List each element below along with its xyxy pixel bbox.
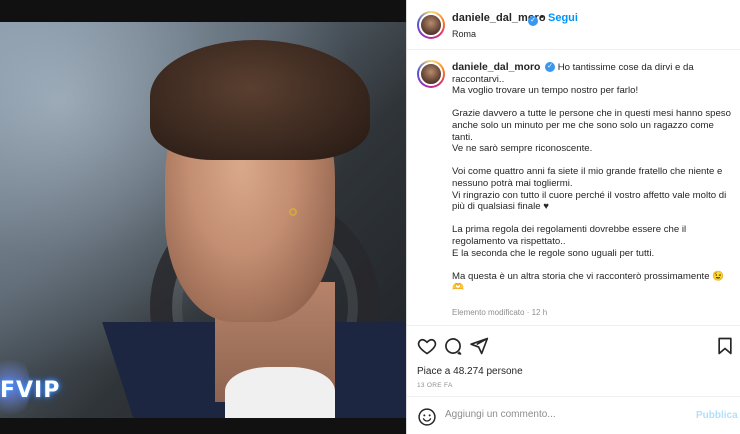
caption-line-2: Ma voglio trovare un tempo nostro per fa… xyxy=(452,85,639,97)
emoji-icon[interactable] xyxy=(417,407,437,427)
follow-button[interactable]: Segui xyxy=(548,12,578,24)
caption-verified-icon: ✓ xyxy=(545,62,556,73)
verified-badge: ✓ xyxy=(526,12,538,30)
caption-intro: daniele_dal_moro ✓ Ho tantissime cose da… xyxy=(452,62,732,97)
post-photo[interactable]: FVIP xyxy=(0,22,406,418)
instagram-post-modal: FVIP daniele_dal_moro ✓ • Segui Roma dan… xyxy=(0,0,740,434)
comment-icon[interactable] xyxy=(443,336,463,356)
tv-show-logo: FVIP xyxy=(0,378,61,403)
caption-section: daniele_dal_moro ✓ Ho tantissime cose da… xyxy=(407,50,740,325)
caption-paragraph: Voi come quattro anni fa siete il mio gr… xyxy=(452,166,727,213)
post-timestamp[interactable]: 13 ORE FA xyxy=(417,382,453,389)
edited-meta: Elemento modificato · 12 h xyxy=(452,308,548,317)
heart-icon[interactable] xyxy=(417,336,437,356)
photo-hair xyxy=(150,40,370,160)
caption-username[interactable]: daniele_dal_moro xyxy=(452,62,540,73)
separator-dot: • xyxy=(540,11,544,23)
photo-shirt xyxy=(225,367,335,418)
publish-button[interactable]: Pubblica xyxy=(696,410,738,421)
likes-count[interactable]: Piace a 48.274 persone xyxy=(417,366,523,377)
share-icon[interactable] xyxy=(469,336,489,356)
comment-input[interactable] xyxy=(445,409,685,420)
author-avatar[interactable] xyxy=(417,11,445,39)
photo-earring xyxy=(289,208,297,216)
caption-paragraph: Ma questa è un altra storia che vi racco… xyxy=(452,270,725,294)
comment-bar: Pubblica xyxy=(407,396,740,434)
caption-paragraph: Grazie davvero a tutte le persone che in… xyxy=(452,108,731,155)
verified-icon: ✓ xyxy=(528,15,538,26)
post-header: daniele_dal_moro ✓ • Segui Roma xyxy=(407,0,740,50)
post-side-panel: daniele_dal_moro ✓ • Segui Roma daniele_… xyxy=(406,0,740,434)
caption-author-avatar[interactable] xyxy=(417,60,445,88)
caption-paragraph: La prima regola dei regolamenti dovrebbe… xyxy=(452,224,687,259)
post-location[interactable]: Roma xyxy=(452,29,476,39)
post-caption: daniele_dal_moro ✓ Ho tantissime cose da… xyxy=(452,62,732,305)
bookmark-icon[interactable] xyxy=(715,336,735,356)
